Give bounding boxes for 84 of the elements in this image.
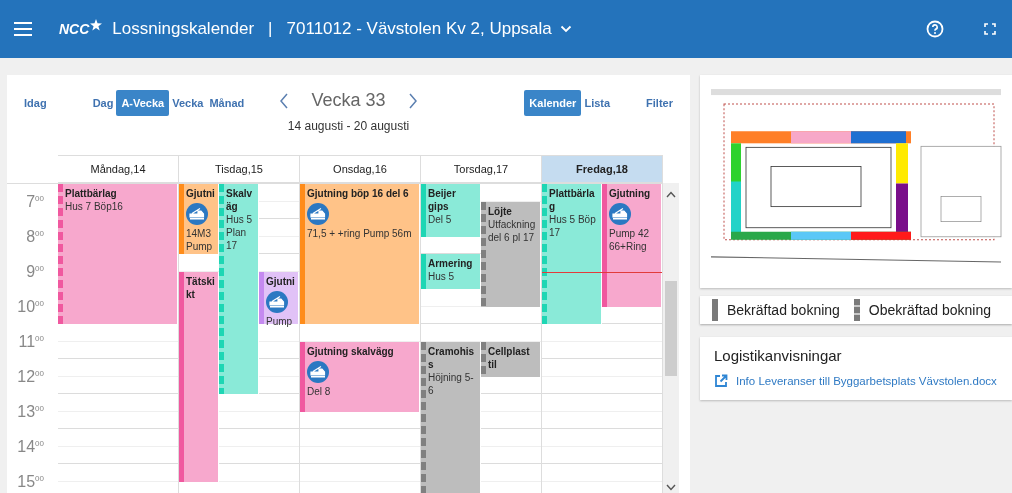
previous-icon[interactable]: [279, 92, 290, 109]
hour-label: 9$^{00}$: [26, 262, 44, 281]
week-title: Vecka 33: [311, 90, 386, 111]
event-title: Gjutning skalvägg: [307, 344, 394, 358]
star-icon: [90, 19, 103, 31]
calendar-event[interactable]: Cramohiss Höjning 5-6: [421, 341, 481, 493]
scroll-up-icon[interactable]: [666, 191, 676, 198]
calendar-event[interactable]: Gjutning skalvägg Del 8: [300, 341, 420, 412]
event-title: Gjutni: [266, 274, 295, 288]
scroll-down-icon[interactable]: [666, 484, 676, 491]
day-header[interactable]: Torsdag,17: [421, 155, 542, 183]
calendar-event[interactable]: Tätskikt: [179, 271, 219, 482]
calendar-event[interactable]: Gjutning Pump 42 66+Ring: [602, 184, 662, 307]
view-tab[interactable]: Dag: [89, 90, 117, 116]
event-detail: 14M3: [186, 227, 211, 240]
logistics-title: Logistikanvisningar: [714, 347, 843, 364]
event-detail: 71,5 + +ring Pump 56m: [307, 227, 412, 240]
day-header[interactable]: Måndag,14: [58, 155, 179, 183]
event-detail: Plan: [226, 226, 246, 239]
event-detail: Pump: [186, 240, 213, 253]
event-title: Tätskikt: [186, 274, 216, 301]
mode-tab[interactable]: Lista: [581, 90, 614, 116]
event-title: Plattbärlag: [65, 187, 117, 200]
event-detail: Höjning 5-6: [428, 370, 475, 397]
calendar-event[interactable]: Löjte Utfackning del 6 pl 17: [481, 201, 541, 307]
event-detail: Utfackning del 6 pl 17: [488, 217, 537, 244]
calendar-event[interactable]: Gjutni 14M3 Pump: [179, 184, 219, 254]
chevron-down-icon: [559, 25, 572, 33]
event-detail: Pump 42 66+Ring: [609, 227, 651, 253]
day-header[interactable]: Tisdag,15: [179, 155, 300, 183]
document-link[interactable]: Info Leveranser till Byggarbetsplats Vävstolen.docx: [736, 375, 997, 387]
view-tab[interactable]: Vecka: [169, 90, 207, 116]
event-detail: Hus 5: [226, 213, 253, 226]
hour-label: 11$^{00}$: [18, 332, 44, 351]
hour-label: 7$^{00}$: [26, 192, 44, 211]
hour-label: 15$^{00}$: [17, 472, 44, 491]
calendar-event[interactable]: Plattbärlag Hus 5 Böp 17: [542, 184, 602, 324]
today-button[interactable]: Idag: [21, 90, 50, 116]
event-detail: Hus 7 Böp16: [65, 200, 123, 213]
event-detail: 17: [226, 239, 238, 252]
event-title: Löjte: [488, 204, 512, 218]
brand-logo: NCC: [59, 21, 90, 37]
event-detail: Del 5: [428, 213, 452, 226]
help-icon[interactable]: [926, 20, 944, 38]
menu-icon[interactable]: [14, 22, 32, 36]
event-title: Gjutning: [609, 187, 651, 200]
event-detail: Hus 5: [428, 270, 455, 283]
title-separator: |: [268, 19, 273, 39]
date-range: 14 augusti - 20 augusti: [287, 119, 410, 133]
hour-label: 10$^{00}$: [17, 297, 44, 316]
hour-label: 13$^{00}$: [17, 402, 44, 421]
event-detail: Del 8: [307, 384, 331, 398]
day-header[interactable]: Onsdag,16: [300, 155, 421, 183]
event-title: Plattbärlag: [549, 187, 596, 213]
calendar-event[interactable]: Beijer gips Del 5: [421, 184, 481, 237]
calendar-event[interactable]: Skalväg Hus 5 Plan 17: [219, 184, 259, 394]
hour-label: 8$^{00}$: [26, 227, 44, 246]
fullscreen-icon[interactable]: [984, 23, 996, 35]
scrollbar-thumb[interactable]: [665, 281, 677, 376]
project-dropdown[interactable]: 7011012 - Vävstolen Kv 2, Uppsala: [286, 19, 572, 39]
calendar-event[interactable]: Gjutning böp 16 del 6 71,5 + +ring Pump 56m: [300, 184, 420, 324]
event-title: Skalväg: [226, 187, 254, 213]
view-tab[interactable]: Månad: [206, 90, 248, 116]
event-title: Beijer gips: [428, 187, 457, 213]
event-title: Gjutni: [186, 187, 215, 200]
day-header[interactable]: Fredag,18: [542, 155, 663, 183]
next-icon[interactable]: [407, 92, 418, 109]
view-tab[interactable]: A-Vecka: [116, 90, 170, 116]
event-title: Cramohiss: [428, 344, 476, 371]
filter-button[interactable]: Filter: [643, 90, 676, 116]
calendar-event[interactable]: Plattbärlag Hus 7 Böp16: [58, 184, 178, 324]
mode-tab[interactable]: Kalender: [524, 90, 582, 116]
calendar-event[interactable]: Armering Hus 5: [421, 254, 481, 289]
event-detail: Hus 5 Böp 17: [549, 213, 597, 239]
app-title: Lossningskalender: [112, 19, 255, 39]
calendar-event[interactable]: Cellplast til: [481, 341, 541, 377]
hour-label: 14$^{00}$: [17, 437, 44, 456]
event-title: Cellplast til: [488, 344, 531, 371]
event-title: Armering: [428, 257, 473, 270]
legend-label: Obekräftad bokning: [868, 302, 992, 318]
hour-label: 12$^{00}$: [17, 367, 44, 386]
legend-label: Bekräftad bokning: [727, 302, 840, 318]
external-link-icon: [714, 374, 728, 388]
event-title: Gjutning böp 16 del 6: [307, 187, 409, 200]
